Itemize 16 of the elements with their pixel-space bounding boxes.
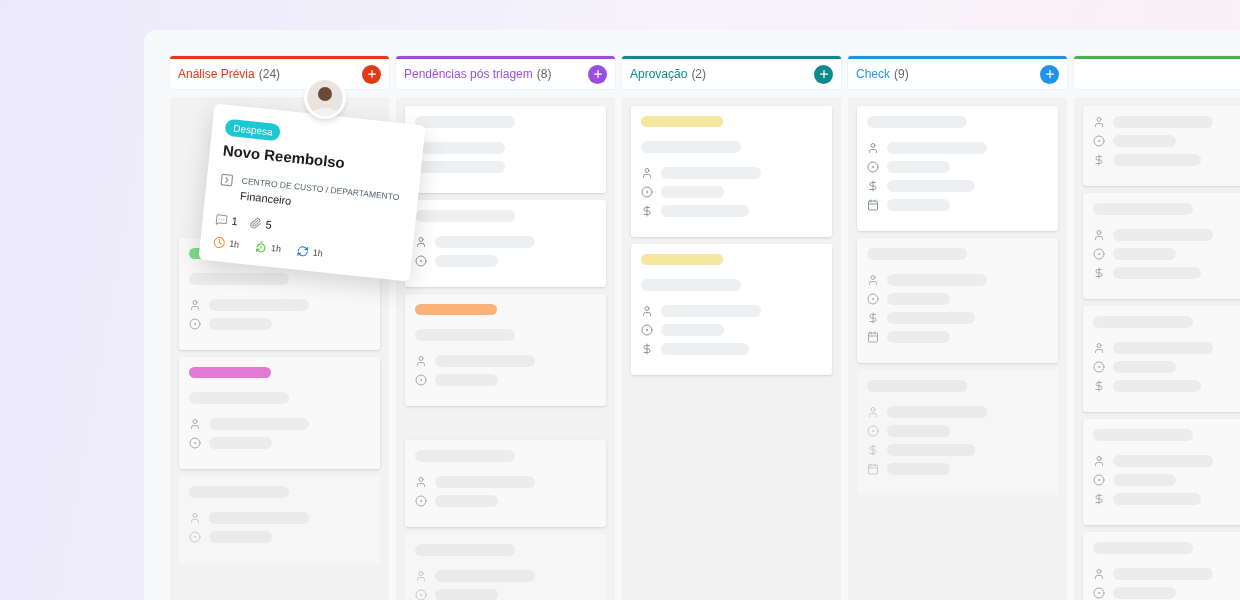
column-title: Check [856, 66, 890, 83]
column-title: Pendências pós triagem [404, 66, 533, 83]
timer-value: 1h [270, 241, 282, 256]
column-count: (24) [258, 66, 281, 83]
field-value: Financeiro [239, 189, 293, 209]
card-title: Novo Reembolso [221, 141, 346, 173]
attachment-count: 5 [264, 217, 273, 233]
tag: Despesa [224, 118, 282, 142]
comment-count: 1 [230, 213, 239, 230]
timer-value: 1h [228, 237, 240, 252]
column-count: (8) [536, 66, 552, 83]
column-count: (2) [691, 66, 707, 83]
column-title: Aprovação [630, 66, 688, 83]
timer-value: 1h [312, 245, 324, 260]
column-title: Análise Prévia [178, 66, 255, 83]
column-count: (9) [894, 66, 909, 83]
